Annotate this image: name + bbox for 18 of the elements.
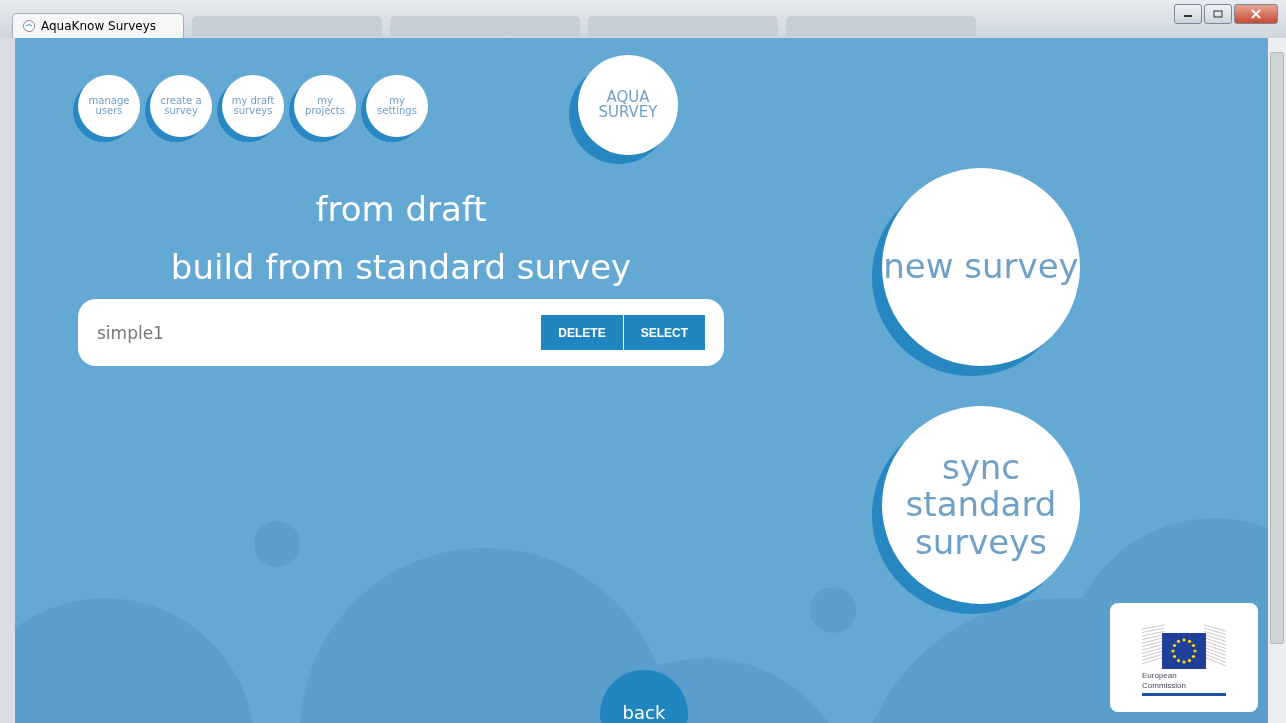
app-icon bbox=[23, 19, 35, 32]
window-title: AquaKnow Surveys bbox=[41, 18, 156, 33]
scrollbar[interactable] bbox=[1268, 38, 1286, 723]
delete-button[interactable]: DELETE bbox=[541, 315, 623, 350]
section-heading[interactable]: from draft bbox=[78, 189, 724, 229]
blurred-tab[interactable] bbox=[786, 16, 976, 36]
browser-tab[interactable]: AquaKnow Surveys bbox=[12, 12, 184, 38]
section-heading[interactable]: build from standard survey bbox=[78, 247, 724, 287]
minimize-button[interactable] bbox=[1174, 4, 1202, 24]
blurred-tab[interactable] bbox=[192, 16, 382, 36]
blurred-tab[interactable] bbox=[390, 16, 580, 36]
draft-name: simple1 bbox=[97, 322, 165, 343]
select-button[interactable]: SELECT bbox=[623, 315, 705, 350]
maximize-icon bbox=[1213, 10, 1223, 18]
blurred-tab[interactable] bbox=[588, 16, 778, 36]
close-button[interactable] bbox=[1234, 4, 1278, 24]
logo-caption: European Commission bbox=[1142, 671, 1226, 696]
close-icon bbox=[1251, 9, 1261, 19]
